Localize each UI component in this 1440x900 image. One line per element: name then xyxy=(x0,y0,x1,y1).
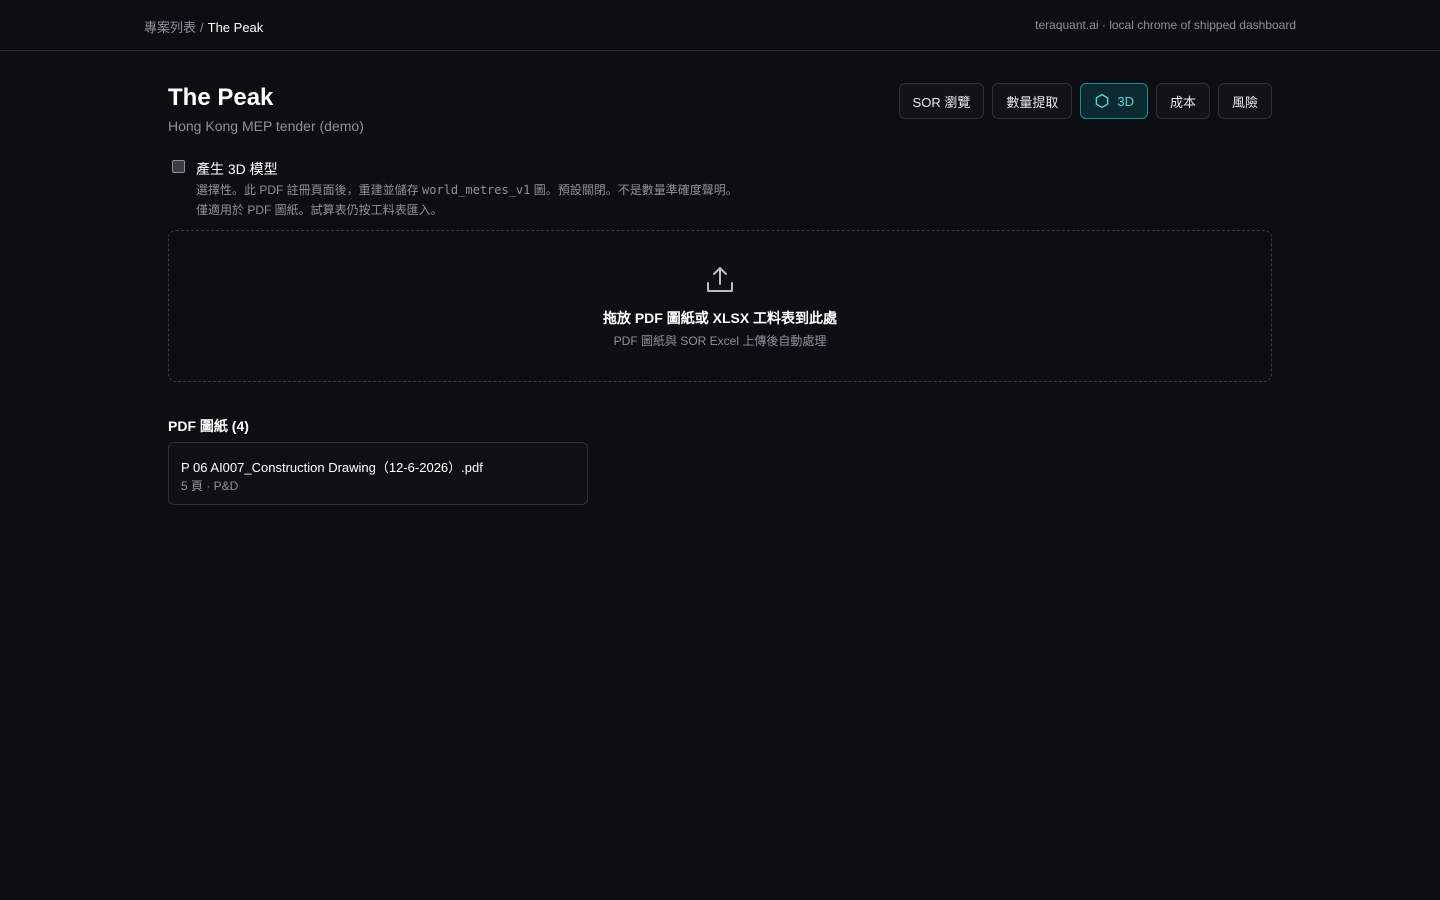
top-bar: 專案列表 / The Peak teraquant.ai · local chrom… xyxy=(0,0,1440,51)
cube-icon xyxy=(1096,93,1109,109)
topbar-info-text: teraquant.ai · local chrome of shipped d… xyxy=(1035,18,1296,32)
sor-browse-button[interactable]: SOR 瀏覽 xyxy=(898,83,985,119)
file-dropzone[interactable]: 拖放 PDF 圖紙或 XLSX 工料表到此處 PDF 圖紙與 SOR Excel… xyxy=(168,230,1272,382)
pdf-file-meta: 5 頁 · P&D xyxy=(181,479,239,493)
3d-label: 3D xyxy=(1117,93,1134,109)
breadcrumb-separator: / xyxy=(200,20,204,35)
3d-button[interactable]: 3D xyxy=(1080,83,1148,119)
breadcrumb: 專案列表 / The Peak xyxy=(144,17,263,36)
pdf-section-title: PDF 圖紙 (4) xyxy=(168,418,249,434)
quantity-extract-label: 數量提取 xyxy=(1006,94,1059,110)
breadcrumb-current: The Peak xyxy=(207,20,264,35)
quantity-extract-button[interactable]: 數量提取 xyxy=(992,83,1073,119)
sor-browse-label: SOR 瀏覽 xyxy=(912,94,971,110)
generate-3d-description: 選擇性。此 PDF 註冊頁面後，重建並儲存 world_metres_v1 圖。… xyxy=(196,181,738,198)
upload-icon xyxy=(707,267,733,292)
risk-label: 風險 xyxy=(1231,94,1258,110)
cost-label: 成本 xyxy=(1169,94,1196,110)
pdf-file-name: P 06 AI007_Construction Drawing（12-6-202… xyxy=(181,460,483,475)
dropzone-title: 拖放 PDF 圖紙或 XLSX 工料表到此處 xyxy=(602,310,838,326)
cost-button[interactable]: 成本 xyxy=(1155,83,1210,119)
view-toolbar: SOR 瀏覽 數量提取 3D 成本 風險 xyxy=(898,83,1272,119)
pdf-file-card[interactable]: P 06 AI007_Construction Drawing（12-6-202… xyxy=(168,442,588,505)
risk-button[interactable]: 風險 xyxy=(1217,83,1272,119)
page-title: The Peak xyxy=(168,84,274,111)
dropzone-subtitle: PDF 圖紙與 SOR Excel 上傳後自動處理 xyxy=(613,334,827,348)
generate-3d-checkbox[interactable] xyxy=(172,160,185,173)
description-prefix: 選擇性。此 PDF 註冊頁面後，重建並儲存 xyxy=(196,183,423,197)
breadcrumb-project-list-link[interactable]: 專案列表 xyxy=(144,20,196,35)
generate-3d-label[interactable]: 產生 3D 模型 xyxy=(196,159,278,179)
page-subtitle: Hong Kong MEP tender (demo) xyxy=(168,118,364,134)
description-code: world_metres_v1 xyxy=(422,183,531,197)
generate-3d-description-line2: 僅適用於 PDF 圖紙。試算表仍按工料表匯入。 xyxy=(196,203,443,217)
description-suffix: 圖。預設關閉。不是數量準確度聲明。 xyxy=(530,183,738,197)
